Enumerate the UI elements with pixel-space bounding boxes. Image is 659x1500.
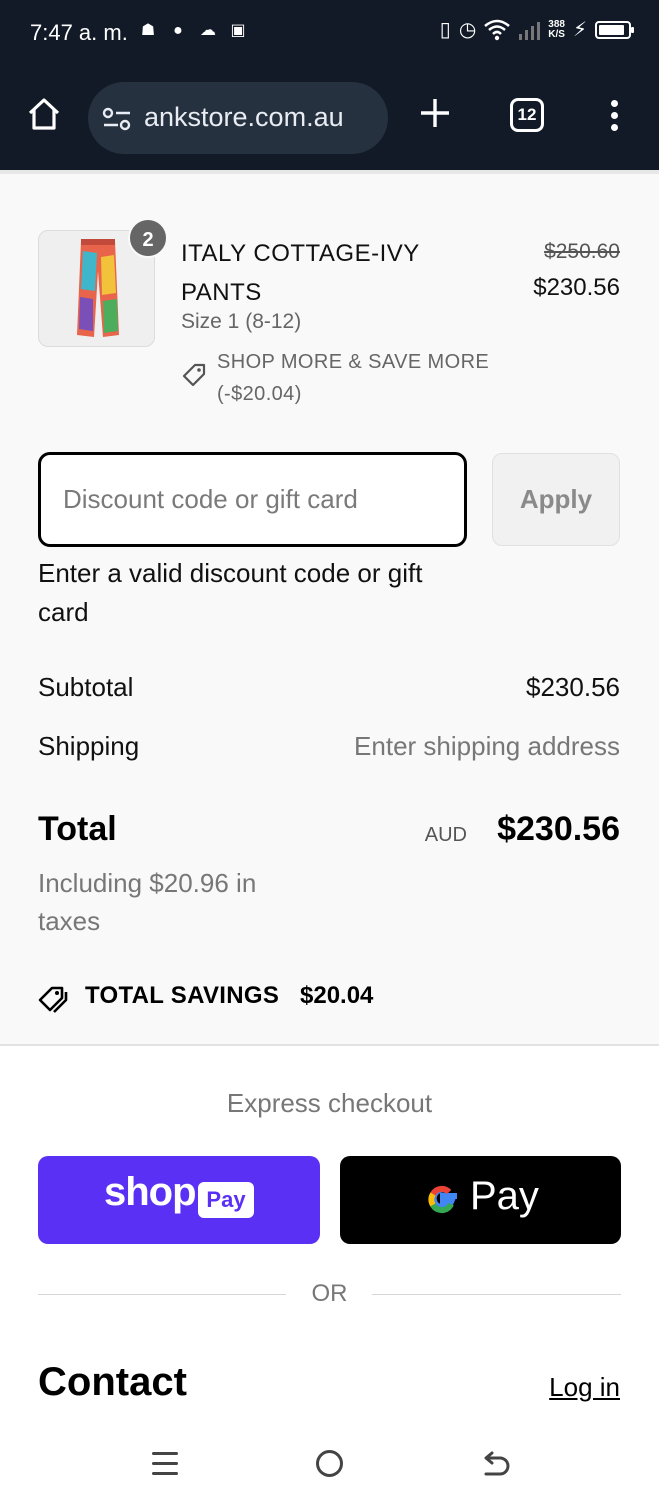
quantity-badge: 2 <box>128 218 168 258</box>
google-g-icon <box>428 1185 457 1214</box>
shipping-value: Enter shipping address <box>354 731 620 761</box>
subtotal-label: Subtotal <box>38 672 134 702</box>
current-price: $230.56 <box>533 274 620 301</box>
wifi-icon <box>484 19 511 41</box>
divider-right <box>372 1294 621 1295</box>
bnc-app-icon: ☗ <box>140 22 156 39</box>
app-notification-icon: ▣ <box>230 22 246 39</box>
back-icon[interactable] <box>480 1450 510 1480</box>
promo-discount: SHOP MORE & SAVE MORE (-$20.04) <box>217 351 490 405</box>
currency-code: AUD <box>424 824 467 846</box>
savings-tag-icon <box>38 986 68 1013</box>
notification-icons: ☗ ● ☁ ▣ <box>138 22 248 40</box>
site-settings-icon[interactable] <box>102 106 132 132</box>
status-icons: ▯ ◷ 388 K/S ⚡ <box>439 18 634 42</box>
network-speed: 388 K/S <box>548 20 565 40</box>
discount-error-message: Enter a valid discount code or gift card <box>38 558 423 627</box>
address-bar[interactable]: ankstore.com.au <box>88 82 388 154</box>
battery-level <box>599 25 624 35</box>
charging-icon: ⚡ <box>572 19 587 41</box>
shop-pay-chip: Pay <box>198 1182 254 1218</box>
shop-pay-button[interactable]: shop Pay <box>38 1156 320 1244</box>
original-price: $250.60 <box>544 240 620 263</box>
chat-icon: ● <box>173 22 183 39</box>
login-link[interactable]: Log in <box>549 1372 620 1403</box>
product-variant: Size 1 (8-12) <box>181 310 302 333</box>
tab-switcher-button[interactable]: 12 <box>510 98 544 132</box>
apply-button[interactable]: Apply <box>492 453 620 546</box>
alarm-icon: ◷ <box>458 19 477 41</box>
total-value: $230.56 <box>497 810 620 848</box>
speed-unit: K/S <box>548 29 565 40</box>
shop-pay-logo: shop <box>104 1170 197 1214</box>
browser-toolbar: ankstore.com.au 12 <box>0 66 659 170</box>
discount-code-input[interactable] <box>38 452 467 547</box>
shipping-label: Shipping <box>38 731 140 761</box>
more-menu-icon[interactable] <box>604 100 624 134</box>
vibrate-icon: ▯ <box>439 19 451 41</box>
url-text: ankstore.com.au <box>144 102 344 132</box>
tag-icon <box>182 363 206 387</box>
signal-icon <box>519 22 541 40</box>
total-savings-value: $20.04 <box>300 982 374 1009</box>
status-bar: 7:47 a. m. ☗ ● ☁ ▣ ▯ ◷ 388 K/S ⚡ <box>0 0 659 66</box>
order-summary: 2 ITALY COTTAGE-IVY PANTS Size 1 (8-12) … <box>0 170 659 1046</box>
express-checkout-title: Express checkout <box>226 1088 433 1118</box>
product-name: ITALY COTTAGE-IVY PANTS <box>181 240 420 306</box>
home-icon[interactable] <box>26 96 62 132</box>
new-tab-icon[interactable] <box>418 96 452 130</box>
battery-icon <box>595 21 634 39</box>
recent-apps-icon[interactable] <box>152 1452 178 1476</box>
cloud-icon: ☁ <box>200 22 216 39</box>
total-label: Total <box>38 810 117 848</box>
total-savings-label: TOTAL SAVINGS <box>85 982 280 1009</box>
contact-heading: Contact <box>38 1360 187 1404</box>
system-navigation-bar <box>0 1426 659 1500</box>
google-pay-label: Pay <box>470 1174 539 1218</box>
tax-note: Including $20.96 in taxes <box>38 868 257 936</box>
google-pay-button[interactable]: Pay <box>340 1156 621 1244</box>
status-time: 7:47 a. m. <box>30 20 128 45</box>
subtotal-value: $230.56 <box>526 672 620 702</box>
home-circle-icon[interactable] <box>316 1450 343 1477</box>
